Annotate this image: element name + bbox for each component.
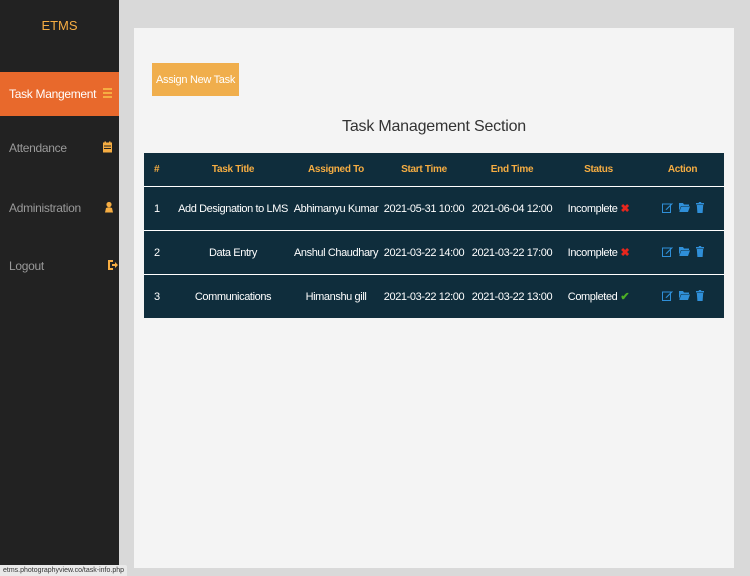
column-header-end: End Time [468,153,556,187]
edit-icon[interactable] [661,202,673,213]
cell-end: 2021-03-22 13:00 [471,290,553,303]
cell-end: 2021-06-04 12:00 [468,186,556,231]
sidebar-item-attendance[interactable]: Attendance [0,126,119,170]
cell-number: 1 [144,186,174,231]
sidebar-item-administration[interactable]: Administration [0,186,119,230]
cell-action [641,275,724,319]
cell-assigned: Anshul Chaudhary [292,230,380,275]
cell-action [641,230,724,275]
trash-icon[interactable] [695,245,704,257]
cell-title: Communications [194,290,272,303]
table-row: 3 Communications Himanshu gill 2021-03-2… [144,275,724,319]
column-header-title: Task Title [174,153,292,187]
status-text: Incomplete [567,203,618,215]
trash-icon[interactable] [695,201,704,213]
cell-title: Add Designation to LMS [174,186,292,231]
page-title: Task Management Section [342,118,526,135]
sidebar-item-label: Attendance [9,141,67,155]
sidebar-item-task-management[interactable]: Task Mangement [0,72,119,116]
cell-title: Data Entry [174,230,292,275]
column-header-number: # [144,153,174,187]
assign-new-task-button[interactable]: Assign New Task [152,63,239,96]
cell-status: Incomplete ✖ [556,230,641,275]
cell-number: 2 [144,230,174,275]
list-icon [103,88,112,100]
brand-logo[interactable]: ETMS [0,18,119,33]
column-header-action: Action [641,153,724,187]
sidebar-item-logout[interactable]: Logout [0,244,119,288]
table-header-row: # Task Title Assigned To Start Time End … [144,153,724,187]
calendar-icon [103,141,112,155]
status-text: Incomplete [567,247,618,259]
logout-icon [108,260,118,272]
status-bar-url: etms.photographyview.co/task-info.php [0,565,128,576]
task-table: # Task Title Assigned To Start Time End … [144,153,724,318]
cell-assigned: Himanshu gill [305,290,367,303]
cell-status: Incomplete ✖ [556,186,641,231]
cell-action [641,186,724,231]
cell-start: 2021-03-22 12:00 [383,290,465,303]
sidebar-item-label: Logout [9,259,44,273]
cell-status: Completed ✔ [556,275,641,319]
user-icon [105,201,113,215]
folder-icon[interactable] [678,290,690,300]
x-icon: ✖ [620,203,630,215]
folder-icon[interactable] [678,202,690,212]
edit-icon[interactable] [661,290,673,301]
cell-start: 2021-03-22 14:00 [380,230,468,275]
trash-icon[interactable] [695,289,704,301]
table-row: 1 Add Designation to LMS Abhimanyu Kumar… [144,186,724,231]
column-header-status: Status [556,153,641,187]
check-icon: ✔ [620,291,630,303]
cell-end: 2021-03-22 17:00 [468,230,556,275]
cell-number: 3 [154,290,160,303]
table-row: 2 Data Entry Anshul Chaudhary 2021-03-22… [144,230,724,275]
status-text: Completed [567,291,618,303]
cell-assigned: Abhimanyu Kumar [292,186,380,231]
cell-start: 2021-05-31 10:00 [380,186,468,231]
column-header-assigned: Assigned To [292,153,380,187]
column-header-start: Start Time [380,153,468,187]
folder-icon[interactable] [678,246,690,256]
edit-icon[interactable] [661,246,673,257]
sidebar-item-label: Administration [9,201,81,215]
sidebar: ETMS Task Mangement Attendance Administr… [0,0,119,576]
x-icon: ✖ [620,247,630,259]
sidebar-item-label: Task Mangement [9,87,97,101]
